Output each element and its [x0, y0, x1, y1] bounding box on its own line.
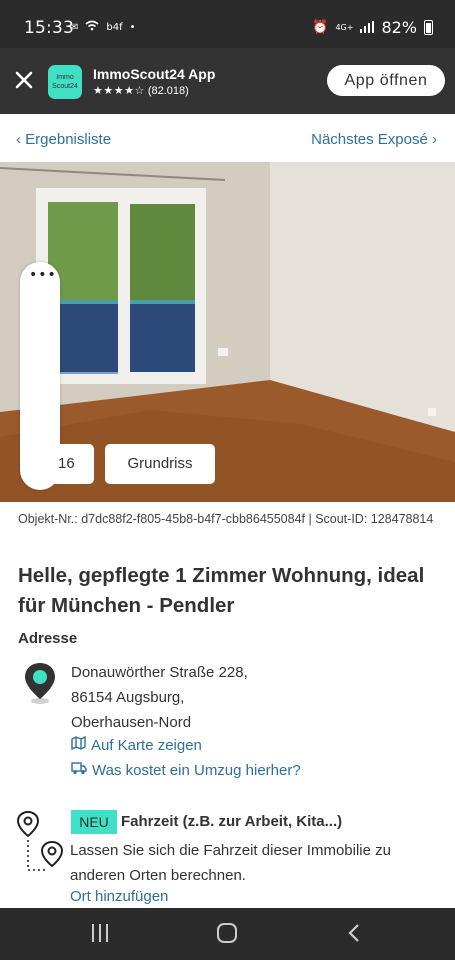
moving-cost-link[interactable]: Was kostet ein Umzug hierher?	[71, 761, 301, 779]
back-to-results-link[interactable]: ‹ Ergebnisliste	[16, 131, 111, 148]
travel-time-description: Lassen Sie sich die Fahrzeit dieser Immo…	[70, 842, 391, 884]
status-time: 15:33	[24, 18, 74, 38]
home-icon[interactable]	[216, 922, 238, 948]
address-city: 86154 Augsburg,	[71, 689, 185, 706]
status-right: ⏰ 4G+ 82%	[312, 18, 433, 37]
status-dot: •	[129, 21, 136, 33]
sim-icon: ✉	[70, 21, 79, 33]
more-icon[interactable]: •••	[29, 268, 57, 282]
show-on-map-link[interactable]: Auf Karte zeigen	[71, 735, 202, 754]
truck-icon	[71, 761, 87, 779]
travel-time-heading: Fahrzeit (z.B. zur Arbeit, Kita...)	[121, 813, 343, 830]
app-rating: ★★★★☆ (82.018)	[93, 84, 189, 97]
route-icon	[16, 810, 64, 874]
floorplan-button[interactable]: Grundriss	[105, 444, 215, 484]
next-expose-link[interactable]: Nächstes Exposé ›	[311, 131, 437, 148]
photo-count-button[interactable]: 16	[24, 444, 94, 484]
network-label: 4G+	[335, 23, 354, 32]
expose-nav: ‹ Ergebnisliste Nächstes Exposé ›	[0, 122, 455, 160]
show-on-map-label[interactable]: Auf Karte zeigen	[91, 737, 202, 754]
battery-icon	[424, 20, 433, 35]
listing-photo[interactable]: ••• 16 Grundriss	[0, 162, 455, 502]
rating-stars: ★★★★☆	[93, 85, 145, 97]
address-heading: Adresse	[18, 630, 78, 647]
app-banner: Immo Scout24 ImmoScout24 App ★★★★☆ (82.01…	[0, 48, 455, 114]
status-b4f: b4f	[106, 21, 123, 33]
address-street: Donauwörther Straße 228,	[71, 664, 248, 681]
location-pin-icon	[22, 661, 58, 705]
alarm-icon: ⏰	[312, 20, 329, 35]
app-name: ImmoScout24 App	[93, 66, 216, 82]
map-icon	[71, 735, 86, 754]
back-icon[interactable]	[346, 922, 362, 948]
object-ids: Objekt-Nr.: d7dc88f2-f805-45b8-b4f7-cbb8…	[18, 512, 434, 526]
app-logo: Immo Scout24	[48, 65, 82, 99]
add-place-link[interactable]: Ort hinzufügen	[70, 888, 168, 905]
battery-percent: 82%	[381, 18, 417, 37]
address-block: Donauwörther Straße 228, 86154 Augsburg,…	[71, 660, 248, 735]
listing-title: Helle, gepflegte 1 Zimmer Wohnung, ideal…	[18, 564, 425, 617]
moving-cost-label[interactable]: Was kostet ein Umzug hierher?	[92, 762, 301, 779]
new-badge: NEU	[71, 810, 117, 834]
rating-count: (82.018)	[147, 85, 189, 97]
recent-apps-icon[interactable]	[90, 922, 110, 948]
status-bar: 15:33 ✉ b4f • ⏰ 4G+ 82%	[0, 0, 455, 48]
android-navigation-bar	[0, 908, 455, 960]
address-district: Oberhausen-Nord	[71, 714, 192, 731]
close-icon[interactable]	[14, 70, 34, 90]
wifi-icon	[85, 20, 99, 34]
status-left-icons: ✉ b4f •	[70, 20, 136, 34]
signal-icon	[360, 18, 375, 37]
open-app-button[interactable]: App öffnen	[327, 65, 445, 96]
